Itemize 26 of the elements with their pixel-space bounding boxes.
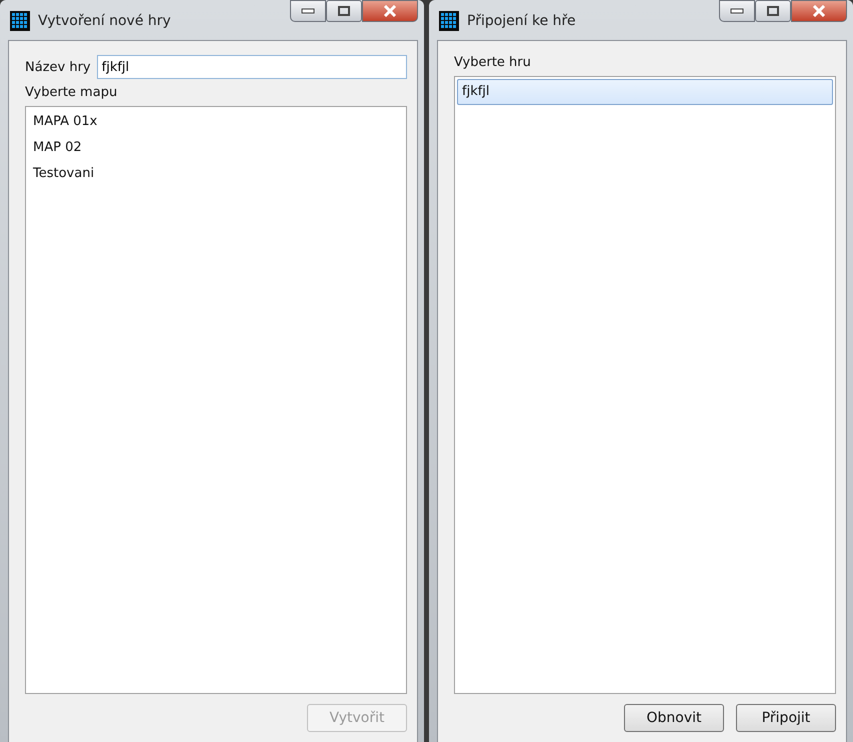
window-title: Vytvoření nové hry: [38, 13, 172, 29]
maximize-icon: [767, 6, 779, 16]
maximize-button[interactable]: [755, 0, 791, 22]
list-item[interactable]: Testovani: [28, 161, 404, 187]
field-label: Název hry: [25, 60, 91, 74]
list-label: Vyberte mapu: [25, 85, 118, 100]
minimize-button[interactable]: [290, 0, 326, 22]
minimize-icon: [301, 8, 315, 14]
close-button[interactable]: [362, 0, 418, 22]
action-button[interactable]: Připojit: [736, 704, 836, 732]
grid-icon: [439, 11, 459, 31]
maximize-icon: [338, 6, 350, 16]
list-label: Vyberte hru: [454, 55, 532, 70]
minimize-icon: [730, 8, 744, 14]
minimize-button[interactable]: [719, 0, 755, 22]
maximize-button[interactable]: [326, 0, 362, 22]
close-button[interactable]: [791, 0, 847, 22]
list-item[interactable]: MAPA 01x: [28, 109, 404, 135]
action-button[interactable]: Obnovit: [624, 704, 724, 732]
close-icon: [383, 5, 397, 17]
grid-icon: [10, 11, 30, 31]
list-item[interactable]: fjkfjl: [457, 79, 833, 105]
close-icon: [812, 5, 826, 17]
name-field[interactable]: fjkfjl: [96, 55, 407, 79]
list-item[interactable]: MAP 02: [28, 135, 404, 161]
window-title: Připojení ke hře: [467, 13, 577, 29]
